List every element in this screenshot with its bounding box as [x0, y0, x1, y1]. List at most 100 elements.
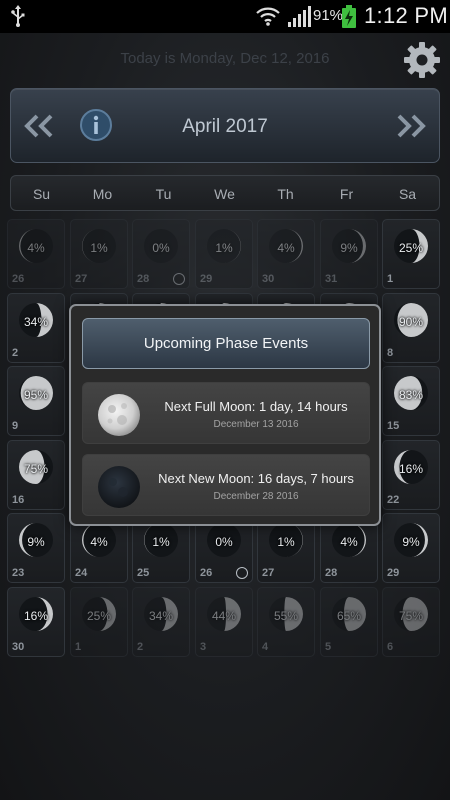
weekday-header: Su Mo Tu We Th Fr Sa [10, 175, 440, 211]
day-number: 29 [200, 273, 213, 285]
event-new-moon[interactable]: Next New Moon: 16 days, 7 hours December… [82, 454, 370, 516]
day-number: 26 [200, 567, 213, 579]
day-number: 3 [200, 641, 207, 653]
illumination-percent: 95% [23, 388, 49, 402]
weekday-label: Mo [92, 186, 113, 202]
calendar-day[interactable]: 1% 29 [195, 219, 253, 289]
illumination-percent: 1% [215, 241, 233, 255]
calendar-day[interactable]: 34% 2 [132, 587, 190, 657]
illumination-percent: 9% [402, 535, 420, 549]
illumination-percent: 65% [336, 609, 362, 623]
illumination-percent: 55% [273, 609, 299, 623]
calendar-day[interactable]: 9% 31 [320, 219, 378, 289]
calendar-day[interactable]: 75% 16 [7, 440, 65, 510]
calendar-day[interactable]: 75% 6 [382, 587, 440, 657]
weekday-label: Fr [339, 186, 354, 202]
illumination-percent: 4% [277, 241, 295, 255]
wifi-icon [256, 7, 280, 26]
upcoming-phase-dialog: Upcoming Phase Events Next Full Moon: 1 … [69, 304, 381, 526]
day-number: 5 [325, 641, 332, 653]
day-number: 27 [262, 567, 275, 579]
illumination-percent: 0% [152, 241, 170, 255]
gear-icon[interactable] [403, 41, 441, 79]
today-label: Today is Monday, Dec 12, 2016 [120, 50, 330, 67]
calendar-day[interactable]: 16% 30 [7, 587, 65, 657]
day-number: 2 [12, 347, 19, 359]
event-label: Next New Moon: 16 days, 7 hours [158, 471, 354, 486]
illumination-percent: 4% [90, 535, 108, 549]
battery-charging-icon [342, 5, 356, 28]
next-month-icon[interactable] [393, 111, 429, 141]
illumination-percent: 1% [152, 535, 170, 549]
usb-icon [11, 5, 25, 27]
day-number: 1 [75, 641, 82, 653]
weekday-label: Th [277, 186, 294, 202]
day-number: 22 [387, 494, 400, 506]
day-number: 30 [12, 641, 25, 653]
month-title: April 2017 [182, 116, 268, 137]
calendar-day[interactable]: 55% 4 [257, 587, 315, 657]
clock: 1:12 PM [364, 3, 449, 28]
calendar-day[interactable]: 25% 1 [70, 587, 128, 657]
calendar-day[interactable]: 4% 26 [7, 219, 65, 289]
day-number: 4 [262, 641, 269, 653]
illumination-percent: 83% [398, 388, 424, 402]
day-number: 31 [325, 273, 338, 285]
calendar-day[interactable]: 34% 2 [7, 293, 65, 363]
illumination-percent: 1% [277, 535, 295, 549]
day-number: 8 [387, 347, 394, 359]
event-full-moon[interactable]: Next Full Moon: 1 day, 14 hours December… [82, 382, 370, 444]
illumination-percent: 34% [148, 609, 174, 623]
weekday-label: Sa [398, 186, 417, 202]
day-number: 16 [12, 494, 25, 506]
full-moon-icon [98, 394, 140, 436]
day-number: 26 [12, 273, 25, 285]
day-number: 28 [325, 567, 338, 579]
day-number: 2 [137, 641, 144, 653]
month-header: April 2017 [10, 88, 440, 163]
day-number: 25 [137, 567, 150, 579]
illumination-percent: 0% [215, 535, 233, 549]
calendar-day[interactable]: 65% 5 [320, 587, 378, 657]
illumination-percent: 4% [27, 241, 45, 255]
day-number: 24 [75, 567, 88, 579]
calendar-day[interactable]: 4% 30 [257, 219, 315, 289]
illumination-percent: 9% [340, 241, 358, 255]
weekday-label: We [214, 186, 235, 202]
status-bar: 91% 1:12 PM [0, 0, 450, 33]
day-number: 30 [262, 273, 275, 285]
new-moon-icon [98, 466, 140, 508]
illumination-percent: 1% [90, 241, 108, 255]
event-date: December 28 2016 [213, 491, 299, 502]
illumination-percent: 90% [398, 315, 424, 329]
calendar-day[interactable]: 1% 27 [70, 219, 128, 289]
event-label: Next Full Moon: 1 day, 14 hours [164, 399, 348, 414]
calendar-day[interactable]: 44% 3 [195, 587, 253, 657]
calendar-day[interactable]: 83% 15 [382, 366, 440, 436]
day-number: 6 [387, 641, 394, 653]
day-number: 23 [12, 567, 25, 579]
day-number: 27 [75, 273, 88, 285]
calendar-day[interactable]: 95% 9 [7, 366, 65, 436]
calendar-day[interactable]: 90% 8 [382, 293, 440, 363]
calendar-day[interactable]: 25% 1 [382, 219, 440, 289]
illumination-percent: 9% [27, 535, 45, 549]
calendar-day[interactable]: 0% 28 [132, 219, 190, 289]
dialog-title-button[interactable]: Upcoming Phase Events [82, 318, 370, 369]
calendar-day[interactable]: 9% 23 [7, 513, 65, 583]
illumination-percent: 25% [398, 241, 424, 255]
day-number: 9 [12, 420, 19, 432]
signal-icon [288, 6, 311, 27]
day-number: 15 [387, 420, 400, 432]
calendar-day[interactable]: 16% 22 [382, 440, 440, 510]
day-number: 29 [387, 567, 400, 579]
illumination-percent: 44% [211, 609, 237, 623]
illumination-percent: 4% [340, 535, 358, 549]
illumination-percent: 16% [23, 609, 49, 623]
illumination-percent: 16% [398, 462, 424, 476]
new-moon-marker-icon [173, 273, 185, 285]
illumination-percent: 34% [23, 315, 49, 329]
weekday-label: Su [32, 186, 51, 202]
day-number: 1 [387, 273, 394, 285]
calendar-day[interactable]: 9% 29 [382, 513, 440, 583]
